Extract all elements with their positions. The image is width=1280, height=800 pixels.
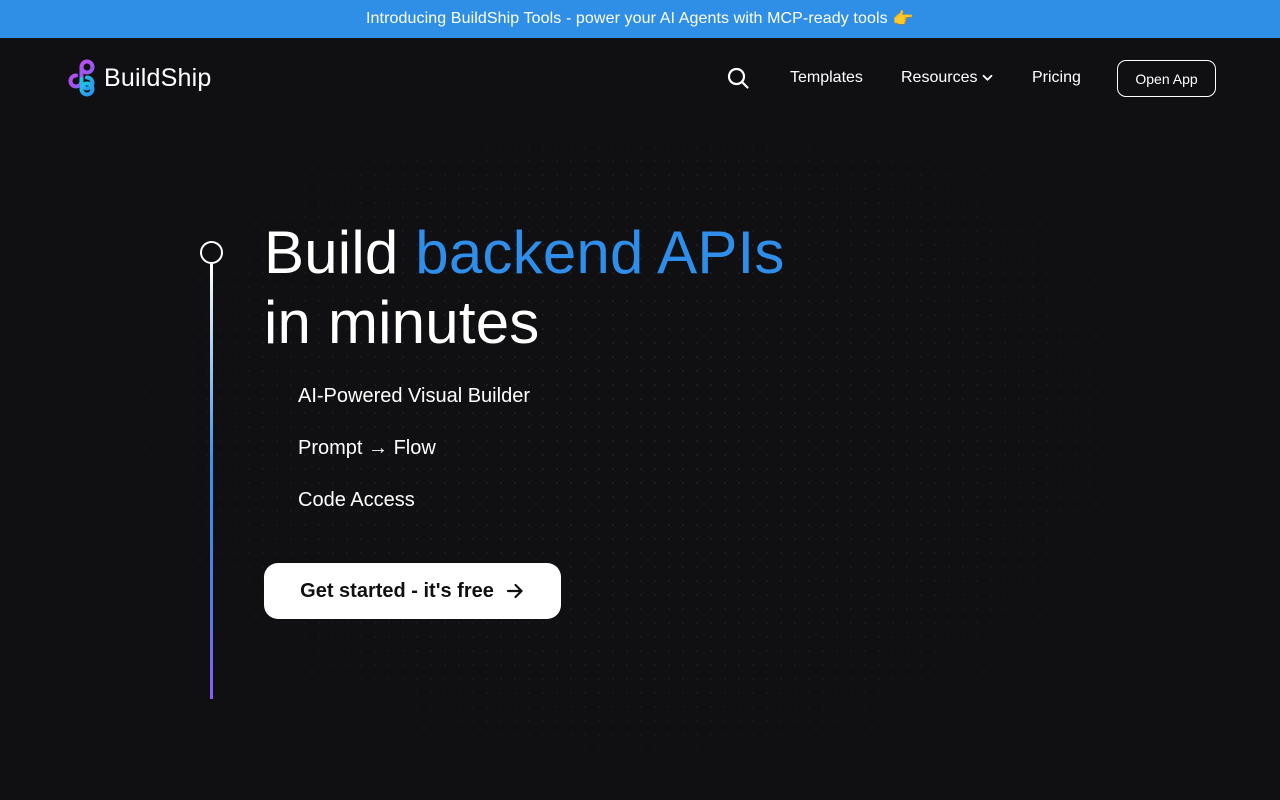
arrow-right-icon [506, 583, 523, 599]
open-app-button[interactable]: Open App [1117, 60, 1216, 97]
hero-background [0, 38, 1280, 800]
hero-headline: Build backend APIs in minutes [264, 218, 785, 358]
feature-item-visual-builder: AI-Powered Visual Builder [298, 385, 530, 407]
timeline-decoration [200, 241, 224, 701]
headline-plain: Build [264, 219, 399, 286]
navbar: BuildShip Templates Resources Pricing Op… [0, 38, 1280, 118]
chevron-down-icon [983, 74, 993, 81]
headline-line2: in minutes [264, 289, 540, 356]
open-app-label: Open App [1135, 70, 1198, 87]
brand-name: BuildShip [104, 63, 212, 92]
nav-link-templates[interactable]: Templates [790, 67, 863, 89]
pointing-hand-icon: 👉 [892, 9, 914, 28]
headline-accent: backend APIs [415, 219, 785, 286]
nav-link-pricing[interactable]: Pricing [1032, 67, 1081, 89]
nav-dropdown-resources[interactable]: Resources [901, 67, 993, 89]
buildship-logo-icon [68, 59, 95, 97]
feature-item-prompt-flow: Prompt → Flow [298, 437, 436, 459]
get-started-label: Get started - it's free [300, 579, 494, 602]
feature-item-code-access: Code Access [298, 489, 415, 511]
announcement-bar[interactable]: Introducing BuildShip Tools - power your… [0, 0, 1280, 38]
timeline-line [210, 264, 213, 699]
announcement-text: Introducing BuildShip Tools - power your… [365, 10, 888, 27]
nav-link-label: Resources [901, 69, 978, 86]
brand-logo[interactable]: BuildShip [68, 59, 211, 97]
nav-link-label: Templates [790, 69, 863, 86]
timeline-node [200, 241, 223, 264]
search-icon [727, 67, 749, 89]
nav-link-label: Pricing [1032, 69, 1081, 86]
get-started-button[interactable]: Get started - it's free [264, 563, 561, 619]
search-button[interactable] [726, 66, 750, 90]
